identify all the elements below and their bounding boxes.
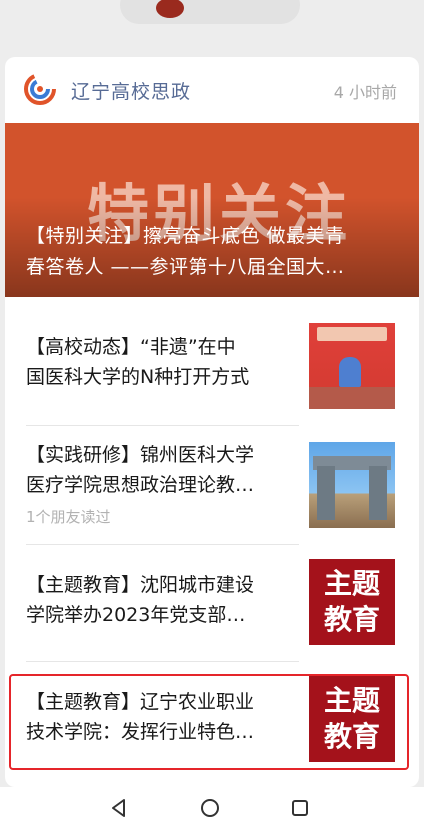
hero-article[interactable]: 特别关注 【特别关注】擦亮奋斗底色 做最美青 春答卷人 ——参评第十八届全国大… xyxy=(5,123,419,297)
thumb-dancer xyxy=(339,357,361,387)
article-thumbnail: 主题 教育 xyxy=(309,559,395,645)
article-title-line: 国医科大学的N种打开方式 xyxy=(26,366,250,388)
article-title: 【实践研修】锦州医科大学 医疗学院思想政治理论教… xyxy=(26,440,298,500)
article-title-line: 医疗学院思想政治理论教… xyxy=(26,474,255,496)
thumb-text: 主题 xyxy=(323,567,380,600)
home-circle-icon[interactable] xyxy=(198,796,222,820)
article-thumbnail xyxy=(309,323,395,409)
article-title-line: 学院举办2023年党支部… xyxy=(26,604,246,626)
account-name[interactable]: 辽宁高校思政 xyxy=(71,77,191,104)
selection-highlight xyxy=(9,674,409,770)
hero-title-line: 春答卷人 ——参评第十八届全国大… xyxy=(26,256,345,278)
publish-time: 4 小时前 xyxy=(333,83,397,102)
system-nav-bar xyxy=(0,787,424,827)
thumb-gate-pillar xyxy=(369,466,387,520)
top-pill xyxy=(120,0,300,24)
friends-read-note: 1个朋友读过 xyxy=(26,508,111,526)
article-item[interactable]: 【实践研修】锦州医科大学 医疗学院思想政治理论教… 1个朋友读过 xyxy=(26,426,399,544)
account-header[interactable]: 辽宁高校思政 4 小时前 xyxy=(5,57,419,123)
article-thumbnail xyxy=(309,442,395,528)
hero-title-line: 【特别关注】擦亮奋斗底色 做最美青 xyxy=(26,225,345,247)
article-title-line: 【高校动态】“非遗”在中 xyxy=(26,336,236,358)
article-title: 【主题教育】沈阳城市建设 学院举办2023年党支部… xyxy=(26,570,298,630)
avatar xyxy=(156,0,184,18)
article-title-line: 【实践研修】锦州医科大学 xyxy=(26,444,255,466)
thumb-floor xyxy=(309,387,395,409)
hero-title: 【特别关注】擦亮奋斗底色 做最美青 春答卷人 ——参评第十八届全国大… xyxy=(26,221,401,283)
article-item[interactable]: 【高校动态】“非遗”在中 国医科大学的N种打开方式 xyxy=(26,309,399,427)
article-title-line: 【主题教育】沈阳城市建设 xyxy=(26,574,255,596)
recents-square-icon[interactable] xyxy=(288,796,312,820)
thumb-gate-pillar xyxy=(317,466,335,520)
thumb-banner xyxy=(317,327,387,341)
article-item[interactable]: 【主题教育】沈阳城市建设 学院举办2023年党支部… 主题 教育 xyxy=(26,545,399,663)
thumb-text: 教育 xyxy=(323,603,380,636)
back-triangle-icon[interactable] xyxy=(107,796,131,820)
account-logo-icon xyxy=(24,73,56,105)
article-title: 【高校动态】“非遗”在中 国医科大学的N种打开方式 xyxy=(26,332,298,392)
